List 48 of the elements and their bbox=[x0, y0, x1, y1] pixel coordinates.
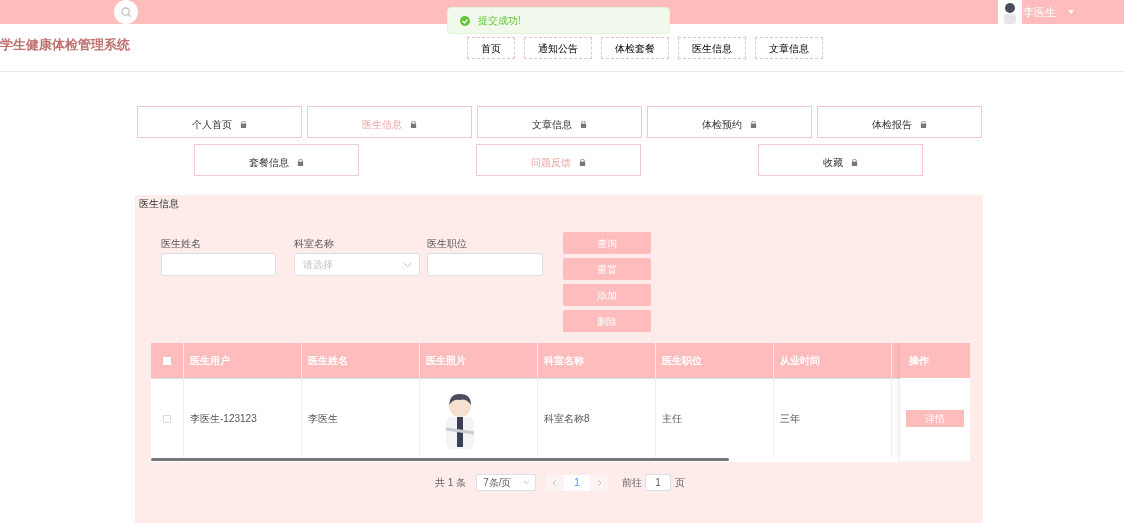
header-cell: 从业时间 bbox=[774, 343, 892, 378]
header-cell: 医生用户 bbox=[184, 343, 302, 378]
page-size-select[interactable]: 7条/页 bbox=[476, 474, 537, 491]
header-cell: 医生照片 bbox=[420, 343, 538, 378]
menu-card[interactable]: 个人首页 bbox=[137, 106, 302, 138]
nav-link[interactable]: 文章信息 bbox=[755, 37, 823, 59]
menu-card[interactable]: 文章信息 bbox=[477, 106, 642, 138]
lock-icon bbox=[240, 120, 247, 128]
toast-message: 提交成功! bbox=[478, 14, 521, 28]
text-field[interactable] bbox=[161, 253, 276, 276]
filter-label: 医生职位 bbox=[427, 237, 468, 251]
nav-link[interactable]: 首页 bbox=[467, 37, 515, 59]
menu-card[interactable]: 体检报告 bbox=[817, 106, 982, 138]
menu-card[interactable]: 体检预约 bbox=[647, 106, 812, 138]
filter-label: 科室名称 bbox=[294, 237, 335, 251]
menu-card[interactable]: 收藏 bbox=[758, 144, 923, 176]
total-count: 共 1 条 bbox=[435, 476, 467, 490]
header-cell: 科室名称 bbox=[538, 343, 656, 378]
site-title: 学生健康体检管理系统 bbox=[0, 36, 130, 54]
lock-icon bbox=[579, 158, 586, 166]
nav-link[interactable]: 体检套餐 bbox=[601, 37, 669, 59]
search-icon bbox=[120, 6, 132, 18]
caret-icon[interactable] bbox=[1068, 10, 1074, 14]
search-button[interactable] bbox=[114, 0, 138, 24]
menu-card[interactable]: 套餐信息 bbox=[194, 144, 359, 176]
goto-label: 前往 bbox=[622, 476, 643, 490]
nav-link[interactable]: 通知公告 bbox=[524, 37, 592, 59]
text-field[interactable] bbox=[427, 253, 543, 276]
chevron-down-icon bbox=[404, 262, 411, 267]
table-cell: 三年 bbox=[774, 379, 892, 458]
row-checkbox[interactable] bbox=[163, 414, 171, 423]
goto-field[interactable]: 1 bbox=[645, 474, 672, 491]
filter-label: 医生姓名 bbox=[161, 237, 202, 251]
nav-link[interactable]: 医生信息 bbox=[678, 37, 746, 59]
panel-title: 医生信息 bbox=[139, 197, 179, 211]
success-icon bbox=[460, 15, 470, 26]
lock-icon bbox=[750, 120, 757, 128]
lock-icon bbox=[920, 120, 927, 128]
goto-suffix: 页 bbox=[675, 476, 686, 490]
chevron-down-icon bbox=[524, 481, 530, 484]
lock-icon bbox=[580, 120, 587, 128]
header-cell: 医生姓名 bbox=[302, 343, 420, 378]
header-cell: 医生职位 bbox=[656, 343, 774, 378]
lock-icon bbox=[297, 158, 304, 166]
lock-icon bbox=[851, 158, 858, 166]
header-cell: 操作 bbox=[900, 343, 970, 378]
lock-icon bbox=[410, 120, 417, 128]
select-all-checkbox[interactable] bbox=[163, 356, 171, 365]
